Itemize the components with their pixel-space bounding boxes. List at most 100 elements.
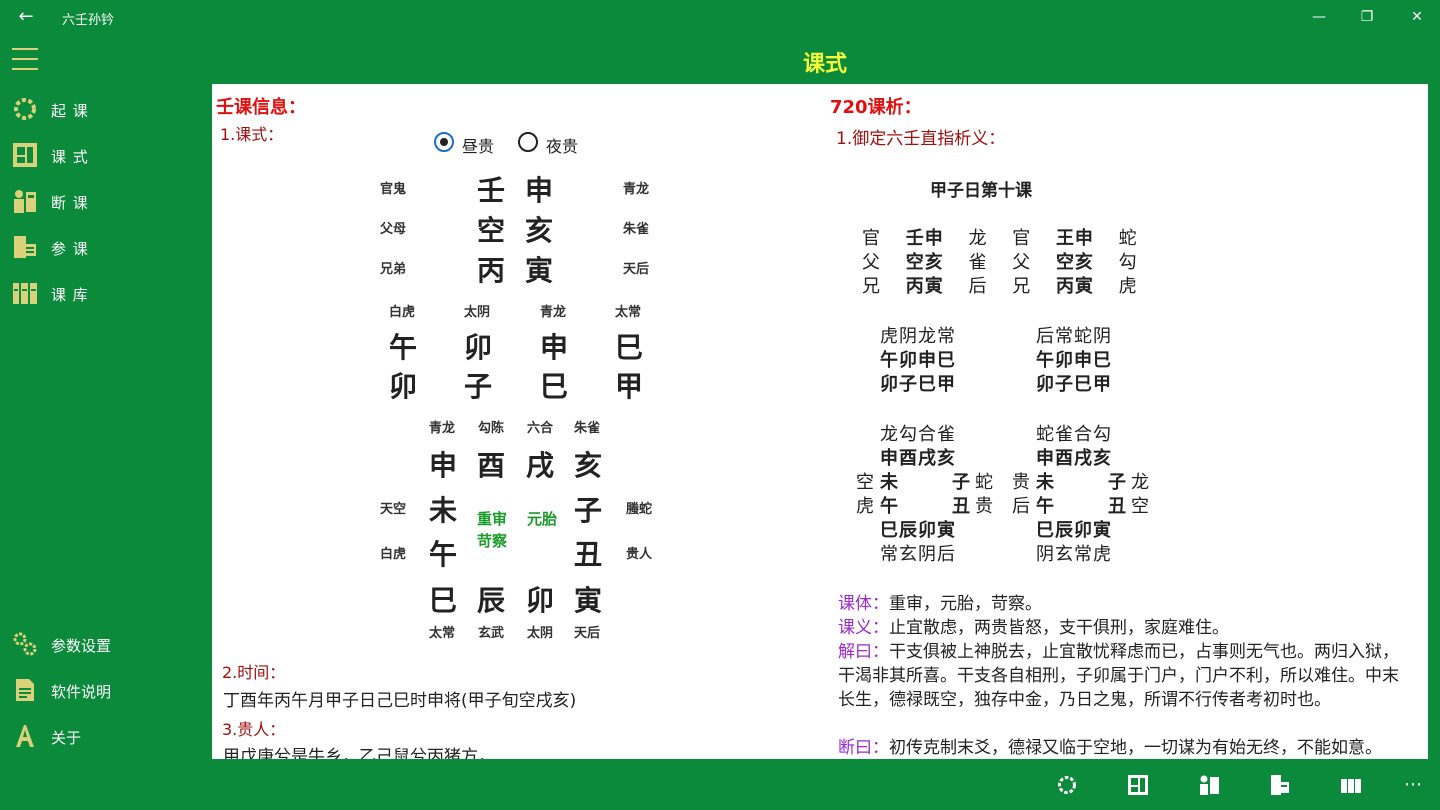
minimize-button[interactable]: —	[1308, 6, 1330, 28]
sidebar-item-manual[interactable]: 软件说明	[0, 669, 210, 709]
time-text: 丁酉年丙午月甲子日己巳时申将(甲子旬空戌亥)	[223, 691, 577, 711]
keyi-line: 课义：止宜散虑，两贵皆怒，支干俱刑，家庭难住。	[838, 616, 1408, 640]
ke-god: 太常	[615, 305, 642, 320]
board-god: 玄武	[478, 626, 505, 641]
stembranch: 空亥	[1055, 252, 1094, 273]
radio-day-label: 昼贵	[462, 137, 495, 156]
duan-label: 断曰：	[838, 738, 889, 758]
library-icon	[13, 283, 37, 304]
pan-side-god: 贵	[975, 496, 994, 517]
radio-night-label: 夜贵	[546, 137, 579, 156]
pan-bottom-gods: 常玄阴后	[880, 544, 956, 565]
radio-day-noble[interactable]	[434, 132, 454, 152]
stembranch: 空亥	[905, 252, 944, 273]
god: 后	[968, 276, 988, 297]
board-god: 天空	[380, 502, 407, 517]
layout-icon	[13, 143, 37, 167]
chuan-branch: 寅	[525, 254, 554, 287]
sidebar-item-label: 课 式	[51, 148, 89, 166]
pan-top: 申酉戌亥	[1036, 448, 1112, 469]
sidebar-item-keshi[interactable]: 课 式	[0, 134, 210, 174]
ke-upper: 午	[389, 331, 418, 364]
jie-text: 干支俱被上神脱去，止宜散忧释虑而已，占事则无气也。两归入狱，干渴非其所喜。干支各…	[838, 642, 1399, 710]
jie-label: 解曰：	[838, 642, 889, 662]
pan-side: 丑	[1108, 496, 1127, 517]
board-branch: 酉	[477, 449, 506, 482]
board-god: 太常	[429, 626, 456, 641]
person-icon	[14, 190, 36, 213]
more-options-icon[interactable]: ⋯	[1404, 774, 1422, 795]
pan-side-god: 贵	[1012, 472, 1031, 493]
sidebar-item-qike[interactable]: 起 课	[0, 88, 210, 128]
letter-a-icon	[16, 725, 34, 747]
chuan-row: 官 壬申 龙 官 王申 蛇	[862, 224, 1138, 250]
jie-line: 解曰：干支俱被上神脱去，止宜散忧释虑而已，占事则无气也。两归入狱，干渴非其所喜。…	[838, 640, 1408, 712]
ke-upper: 卯	[464, 331, 493, 364]
sidebar-item-label: 课 库	[51, 286, 89, 304]
sidebar-item-about[interactable]: 关于	[0, 715, 210, 755]
pan-side: 子	[952, 472, 971, 493]
chuan-row: 父 空亥 雀 父 空亥 勾	[862, 248, 1138, 274]
board-god: 螣蛇	[626, 502, 653, 517]
ke-gods-left: 虎阴龙常	[880, 326, 956, 347]
pan-side-god: 虎	[856, 496, 875, 517]
board-branch: 子	[574, 494, 603, 527]
pan-side: 午	[1036, 496, 1055, 517]
board-branch: 寅	[574, 584, 603, 617]
ke-lower: 巳	[540, 370, 569, 403]
rel: 官	[862, 228, 881, 249]
section-keshi-label: 1.课式：	[220, 125, 284, 144]
god-label: 天后	[623, 262, 650, 277]
board-god: 青龙	[429, 421, 456, 436]
library-icon[interactable]	[1340, 774, 1362, 796]
radio-night-noble[interactable]	[518, 132, 538, 152]
reference-icon	[14, 236, 36, 258]
restore-button[interactable]: ❐	[1356, 6, 1378, 28]
keyi-text: 止宜散虑，两贵皆怒，支干俱刑，家庭难住。	[889, 618, 1229, 638]
sidebar-item-canke[interactable]: 参 课	[0, 226, 210, 266]
ke-lower: 子	[464, 370, 493, 403]
sidebar-item-duanke[interactable]: 断 课	[0, 180, 210, 220]
keti-label: 课体：	[838, 594, 889, 614]
rel: 父	[1012, 252, 1032, 273]
section-zhizhi-label: 1.御定六壬直指析义：	[836, 129, 1006, 149]
ke-upper-left: 午卯申巳	[880, 350, 956, 371]
reference-icon[interactable]	[1269, 774, 1291, 796]
person-icon[interactable]	[1198, 774, 1220, 796]
sidebar-item-settings[interactable]: 参数设置	[0, 623, 210, 663]
god: 蛇	[1118, 228, 1138, 249]
god-label: 朱雀	[623, 222, 650, 237]
board-god: 天后	[574, 626, 601, 641]
pan-side-god: 蛇	[975, 472, 994, 493]
lesson-title: 甲子日第十课	[930, 181, 1032, 201]
sidebar-item-keku[interactable]: 课 库	[0, 272, 210, 312]
pan-top-gods: 龙勾合雀	[880, 424, 956, 445]
pan-side-god: 后	[1012, 496, 1031, 517]
ke-type-label: 元胎	[527, 510, 558, 528]
gears-icon	[13, 632, 37, 656]
chuan-stem: 丙	[477, 254, 506, 287]
ke-upper-right: 午卯申巳	[1036, 350, 1112, 371]
app-title: 六壬孙钤	[62, 13, 115, 28]
rel: 兄	[862, 276, 881, 297]
god: 虎	[1118, 276, 1138, 297]
back-arrow-icon[interactable]: ←	[14, 5, 38, 29]
rel: 兄	[1012, 276, 1032, 297]
content-panel: 壬课信息： 1.课式： 昼贵 夜贵 官鬼 壬 申 青龙 父母 空 亥 朱雀 兄弟…	[212, 84, 1428, 759]
title-bar: ← 六壬孙钤 — ❐ ✕	[0, 0, 1440, 34]
pan-side-god: 空	[1131, 496, 1150, 517]
relation-label: 父母	[380, 222, 407, 237]
ke-gods-right: 后常蛇阴	[1036, 326, 1112, 347]
chuan-branch: 申	[525, 174, 554, 207]
stembranch: 王申	[1055, 228, 1094, 249]
god-label: 青龙	[623, 182, 650, 197]
sidebar-item-label: 参 课	[51, 240, 89, 258]
duan-line: 断曰：初传克制末爻，德禄又临于空地，一切谋为有始无终，不能如意。	[838, 736, 1408, 759]
close-button[interactable]: ✕	[1406, 6, 1428, 28]
hamburger-menu-icon[interactable]	[12, 48, 38, 70]
keti-line: 课体：重审，元胎，苛察。	[838, 592, 1408, 616]
ke-lower: 甲	[615, 370, 644, 403]
layout-icon[interactable]	[1127, 774, 1149, 796]
ring-icon[interactable]	[1056, 774, 1078, 796]
pan-bottom-gods: 阴玄常虎	[1036, 544, 1112, 565]
